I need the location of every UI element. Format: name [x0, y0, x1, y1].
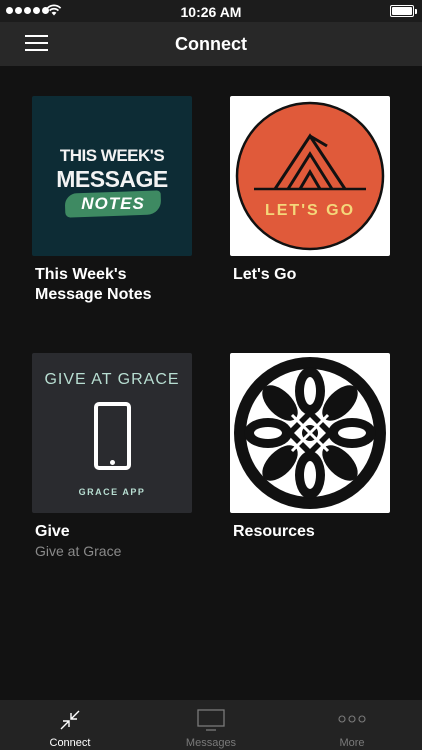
monitor-icon — [197, 709, 225, 731]
tab-messages[interactable]: Messages — [141, 700, 281, 750]
tile-lets-go[interactable]: LET'S GO Let's Go — [230, 96, 390, 285]
artwork-text-line2: MESSAGE — [56, 166, 168, 192]
status-time: 10:26 AM — [180, 4, 242, 20]
tile-title: Resources — [233, 523, 315, 540]
tab-label: Messages — [185, 737, 237, 749]
more-dots-icon — [338, 715, 366, 723]
tile-title: Give — [35, 523, 70, 540]
tab-label: More — [339, 737, 365, 749]
battery-icon — [390, 5, 417, 17]
page-title: Connect — [175, 34, 247, 54]
phone-icon — [94, 402, 131, 470]
message-notes-artwork: THIS WEEK'S MESSAGE NOTES — [32, 96, 192, 256]
nav-bar: Connect — [0, 22, 422, 66]
lets-go-logo-icon: LET'S GO — [235, 101, 385, 251]
artwork-text-line1: THIS WEEK'S — [59, 146, 165, 165]
tile-title: This Week's Message Notes — [35, 266, 152, 303]
tab-connect[interactable]: Connect — [0, 700, 140, 750]
connect-arrows-icon — [60, 710, 80, 730]
lets-go-artwork: LET'S GO — [230, 96, 390, 256]
tile-message-notes[interactable]: THIS WEEK'S MESSAGE NOTES This Week's Me… — [32, 96, 192, 305]
resources-artwork — [230, 353, 390, 513]
tab-label: Connect — [49, 737, 91, 749]
give-artwork: GIVE AT GRACE GRACE APP — [32, 353, 192, 513]
artwork-text-line1: GIVE AT GRACE — [44, 371, 180, 388]
tab-more[interactable]: More — [282, 700, 422, 750]
tile-resources[interactable]: Resources — [230, 353, 390, 542]
status-bar: 10:26 AM — [0, 0, 422, 22]
resources-logo-icon — [234, 357, 386, 509]
tile-subtitle: Give at Grace — [35, 543, 122, 559]
tile-give[interactable]: GIVE AT GRACE GRACE APP Give Give at Gra… — [32, 353, 192, 560]
tile-title: Let's Go — [233, 266, 297, 283]
tab-bar: Connect Messages More — [0, 700, 422, 750]
artwork-text-line3: NOTES — [81, 194, 145, 213]
artwork-text-line2: GRACE APP — [78, 487, 146, 497]
artwork-text: LET'S GO — [265, 202, 355, 219]
